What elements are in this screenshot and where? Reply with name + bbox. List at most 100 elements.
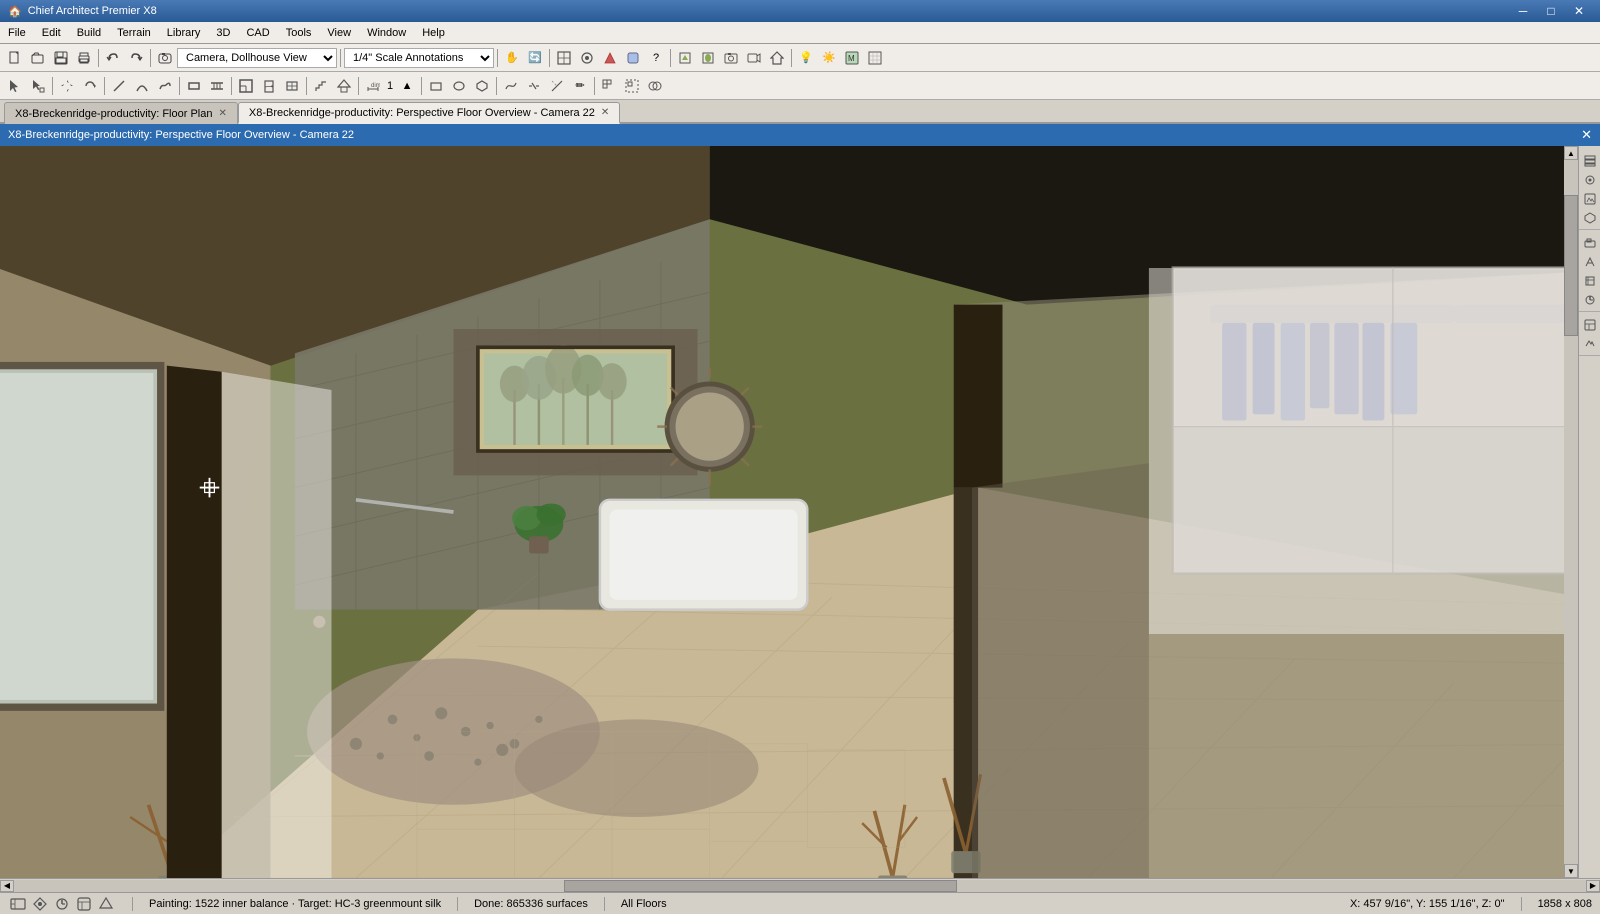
sun-btn[interactable]: ☀️ (818, 47, 840, 69)
new-button[interactable] (4, 47, 26, 69)
line-btn[interactable] (108, 75, 130, 97)
status-icon-3[interactable] (52, 894, 72, 914)
view-btn5[interactable]: ? (645, 47, 667, 69)
minimize-button[interactable]: ─ (1510, 2, 1536, 20)
toolbar-separator-7 (791, 49, 792, 67)
rp-btn-2[interactable] (1581, 171, 1599, 189)
view-title-text: X8-Breckenridge-productivity: Perspectiv… (8, 129, 354, 141)
extend-btn[interactable]: ✏ (569, 75, 591, 97)
redo-button[interactable] (125, 47, 147, 69)
rp-btn-5[interactable] (1581, 234, 1599, 252)
room-btn[interactable] (235, 75, 257, 97)
close-button[interactable]: ✕ (1566, 2, 1592, 20)
status-icon-1[interactable] (8, 894, 28, 914)
union-btn[interactable] (644, 75, 666, 97)
window-btn[interactable] (281, 75, 303, 97)
light-btn[interactable]: 💡 (795, 47, 817, 69)
up-btn[interactable]: ▲ (396, 75, 418, 97)
status-icon-4[interactable] (74, 894, 94, 914)
break-btn[interactable] (523, 75, 545, 97)
rp-btn-8[interactable] (1581, 291, 1599, 309)
view-btn2[interactable] (576, 47, 598, 69)
save-button[interactable] (50, 47, 72, 69)
view-close-button[interactable]: ✕ (1581, 127, 1592, 143)
vscroll-track[interactable] (1564, 160, 1578, 864)
menu-build[interactable]: Build (69, 22, 109, 43)
hscroll-thumb[interactable] (564, 880, 957, 892)
group-btn[interactable] (621, 75, 643, 97)
stair-btn[interactable] (310, 75, 332, 97)
render-btn1[interactable] (674, 47, 696, 69)
render-btn2[interactable] (697, 47, 719, 69)
3d-scene (0, 146, 1578, 878)
tab-perspective[interactable]: X8-Breckenridge-productivity: Perspectiv… (238, 102, 620, 124)
rotate-btn[interactable] (79, 75, 101, 97)
arc-btn[interactable] (131, 75, 153, 97)
rp-btn-4[interactable] (1581, 209, 1599, 227)
railing-btn[interactable] (206, 75, 228, 97)
roof-btn[interactable] (333, 75, 355, 97)
rect-shape-btn[interactable] (425, 75, 447, 97)
toolbar-separator-6 (670, 49, 671, 67)
vscroll-thumb[interactable] (1564, 195, 1578, 336)
view-btn3[interactable] (599, 47, 621, 69)
menu-terrain[interactable]: Terrain (109, 22, 159, 43)
menu-help[interactable]: Help (414, 22, 453, 43)
title-bar: 🏠 Chief Architect Premier X8 ─ □ ✕ (0, 0, 1600, 22)
hscroll-right[interactable]: ▶ (1586, 880, 1600, 892)
rp-btn-10[interactable] (1581, 335, 1599, 353)
menu-file[interactable]: File (0, 22, 34, 43)
camera-mode-dropdown[interactable]: Camera, Dollhouse View Camera, Full Over… (177, 48, 337, 68)
select-btn[interactable] (4, 75, 26, 97)
spline-btn[interactable] (500, 75, 522, 97)
ellipse-shape-btn[interactable] (448, 75, 470, 97)
trim-btn[interactable] (546, 75, 568, 97)
hscroll-left[interactable]: ◀ (0, 880, 14, 892)
texture-btn[interactable] (864, 47, 886, 69)
rp-btn-6[interactable] (1581, 253, 1599, 271)
rp-btn-1[interactable] (1581, 152, 1599, 170)
tab-perspective-close[interactable]: ✕ (601, 107, 609, 118)
menu-3d[interactable]: 3D (208, 22, 238, 43)
camera-toolbar-btn[interactable] (154, 47, 176, 69)
array-btn[interactable] (598, 75, 620, 97)
menu-library[interactable]: Library (159, 22, 209, 43)
wall-btn[interactable] (183, 75, 205, 97)
polygon-shape-btn[interactable] (471, 75, 493, 97)
orbit-button[interactable]: 🔄 (524, 47, 546, 69)
maximize-button[interactable]: □ (1538, 2, 1564, 20)
hscroll-track[interactable] (14, 880, 1586, 892)
canvas-area[interactable]: ▲ ▼ (0, 146, 1578, 878)
undo-button[interactable] (102, 47, 124, 69)
status-icon-5[interactable] (96, 894, 116, 914)
vscroll-down[interactable]: ▼ (1564, 864, 1578, 878)
view-btn4[interactable] (622, 47, 644, 69)
rp-btn-3[interactable] (1581, 190, 1599, 208)
menu-edit[interactable]: Edit (34, 22, 69, 43)
open-button[interactable] (27, 47, 49, 69)
rp-btn-9[interactable] (1581, 316, 1599, 334)
menu-view[interactable]: View (319, 22, 359, 43)
rp-btn-7[interactable] (1581, 272, 1599, 290)
scale-dropdown[interactable]: 1/4" Scale Annotations 1/8" Scale Annota… (344, 48, 494, 68)
print-button[interactable] (73, 47, 95, 69)
tab-floor-plan-close[interactable]: ✕ (218, 108, 226, 119)
freehand-btn[interactable] (154, 75, 176, 97)
view-btn1[interactable] (553, 47, 575, 69)
house-btn[interactable] (766, 47, 788, 69)
t2-sep3 (179, 77, 180, 95)
video-btn[interactable] (743, 47, 765, 69)
material-btn[interactable]: M (841, 47, 863, 69)
tab-floor-plan[interactable]: X8-Breckenridge-productivity: Floor Plan… (4, 102, 238, 124)
menu-cad[interactable]: CAD (238, 22, 277, 43)
menu-tools[interactable]: Tools (278, 22, 320, 43)
door-btn[interactable] (258, 75, 280, 97)
pan-button[interactable]: ✋ (501, 47, 523, 69)
status-icon-2[interactable] (30, 894, 50, 914)
select-similar-btn[interactable] (27, 75, 49, 97)
menu-window[interactable]: Window (359, 22, 414, 43)
camera-snapshot-btn[interactable] (720, 47, 742, 69)
move-btn[interactable] (56, 75, 78, 97)
vscroll-up[interactable]: ▲ (1564, 146, 1578, 160)
dim-btn[interactable]: dim (362, 75, 384, 97)
